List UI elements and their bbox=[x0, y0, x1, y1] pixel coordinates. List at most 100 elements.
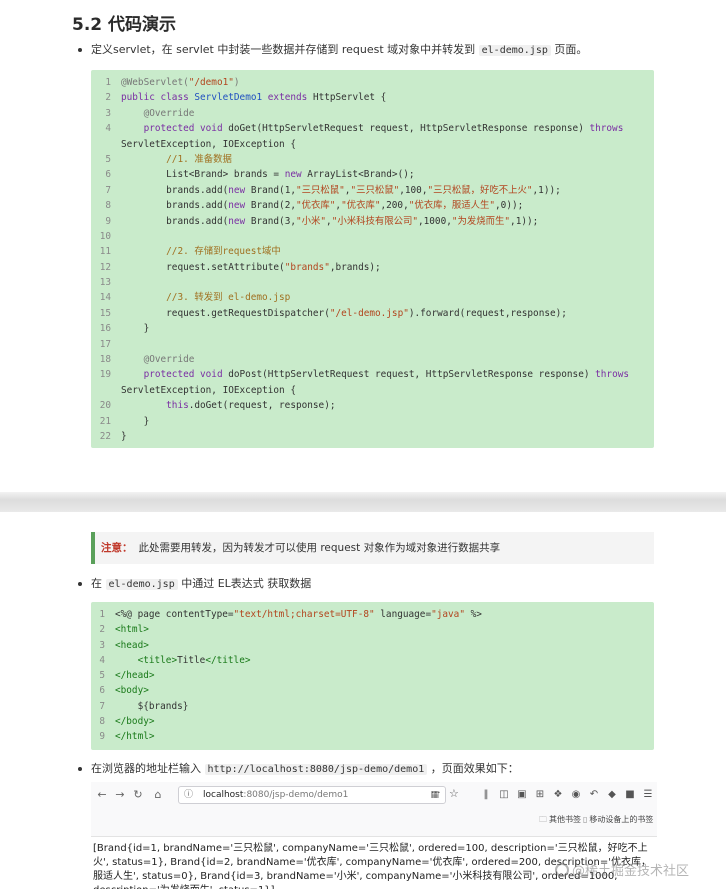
code-text: this.doGet(request, response); bbox=[166, 400, 336, 412]
mobile-folder-icon: ▯ bbox=[583, 815, 588, 824]
code-line: 8 </body> bbox=[91, 714, 654, 729]
line-number: 12 bbox=[99, 261, 111, 273]
line-number: 9 bbox=[99, 731, 105, 743]
code-line: 22} bbox=[91, 429, 654, 444]
line-number: 2 bbox=[99, 624, 105, 636]
line-number: 6 bbox=[99, 685, 105, 697]
bookmark-mobile[interactable]: ▯ 移动设备上的书签 bbox=[583, 814, 653, 825]
browser-toolbar: ← → ↻ ⌂ ⓘ localhost:8080/jsp-demo/demo1 … bbox=[91, 782, 657, 837]
line-number: 18 bbox=[99, 354, 111, 366]
code-text: protected void doPost(HttpServletRequest… bbox=[121, 369, 630, 396]
code-line: 3 <head> bbox=[91, 638, 654, 653]
code-text: public class ServletDemo1 extends HttpSe… bbox=[121, 92, 387, 104]
line-number: 4 bbox=[105, 123, 111, 135]
sidebar-icon[interactable]: ◫ bbox=[497, 788, 511, 802]
home-icon[interactable]: ⌂ bbox=[151, 788, 165, 802]
line-number: 3 bbox=[105, 107, 111, 119]
info-icon[interactable]: ⓘ bbox=[184, 787, 193, 803]
code-line: 9 </html> bbox=[91, 729, 654, 744]
chat-icon[interactable]: ◉ bbox=[569, 788, 583, 802]
code-line: 7 ${brands} bbox=[91, 699, 654, 714]
line-number: 5 bbox=[105, 153, 111, 165]
bookmark-mobile-label: 移动设备上的书签 bbox=[589, 815, 654, 824]
code-text: ${brands} bbox=[115, 700, 189, 712]
watermark-logo-icon bbox=[555, 863, 569, 877]
address-bar[interactable]: ⓘ localhost:8080/jsp-demo/demo1 ▦ bbox=[178, 786, 446, 804]
code-line: 12 request.setAttribute("brands",brands)… bbox=[91, 260, 654, 275]
line-number: 19 bbox=[99, 369, 111, 381]
bookmark-other[interactable]: 🗀 其他书签 bbox=[539, 814, 581, 828]
code-line: 19 protected void doPost(HttpServletRequ… bbox=[91, 367, 654, 398]
code-text: @WebServlet("/demo1") bbox=[121, 77, 240, 88]
forward-icon[interactable]: → bbox=[113, 788, 127, 802]
inline-code: http://localhost:8080/jsp-demo/demo1 bbox=[204, 764, 428, 775]
notice-box: 注意： 此处需要用转发，因为转发才可以使用 request 对象作为域对象进行数据… bbox=[91, 532, 654, 564]
code-text: </body> bbox=[115, 716, 155, 728]
code-line: 5 </head> bbox=[91, 668, 654, 683]
bullet-text: 页面。 bbox=[550, 43, 588, 56]
code-line: 4 <title>Title</title> bbox=[91, 653, 654, 668]
bullet-text: 定义servlet，在 servlet 中封装一些数据并存储到 request … bbox=[91, 43, 479, 56]
code-line: 14 //3. 转发到 el-demo.jsp bbox=[91, 290, 654, 305]
page-lower: 注意： 此处需要用转发，因为转发才可以使用 request 对象作为域对象进行数据… bbox=[0, 512, 726, 889]
bullet-text: 中通过 EL表达式 获取数据 bbox=[177, 577, 312, 590]
code-text: protected void doGet(HttpServletRequest … bbox=[121, 123, 624, 150]
line-number: 6 bbox=[105, 169, 111, 181]
inline-code: el-demo.jsp bbox=[105, 579, 178, 590]
code-text: List<Brand> brands = new ArrayList<Brand… bbox=[121, 169, 415, 181]
line-number: 8 bbox=[105, 200, 111, 212]
undo-icon[interactable]: ↶ bbox=[587, 788, 601, 802]
line-number: 11 bbox=[99, 246, 111, 258]
code-text: //1. 准备数据 bbox=[166, 153, 232, 165]
code-line: 18 @Override bbox=[91, 352, 654, 367]
code-text: </html> bbox=[115, 731, 155, 743]
library-icon[interactable]: ‖ bbox=[479, 788, 493, 802]
bullet-text: ，页面效果如下： bbox=[427, 762, 519, 775]
crop-icon[interactable]: ⊞ bbox=[533, 788, 547, 802]
code-line: 15 request.getRequestDispatcher("/el-dem… bbox=[91, 306, 654, 321]
code-text: <html> bbox=[115, 624, 149, 636]
line-number: 5 bbox=[99, 670, 105, 682]
page-upper: 5.2 代码演示 定义servlet，在 servlet 中封装一些数据并存储到… bbox=[0, 0, 726, 492]
bookmark-star-icon[interactable]: ☆ bbox=[449, 787, 459, 800]
reload-icon[interactable]: ↻ bbox=[131, 788, 145, 802]
page-actions-button[interactable]: ··· bbox=[431, 788, 441, 799]
bullet-browser-url: 在浏览器的地址栏输入 http://localhost:8080/jsp-dem… bbox=[78, 761, 519, 778]
code-line: 5 //1. 准备数据 bbox=[91, 152, 654, 167]
back-icon[interactable]: ← bbox=[95, 788, 109, 802]
addon-icon[interactable]: ◆ bbox=[605, 788, 619, 802]
code-text: brands.add(new Brand(1,"三只松鼠","三只松鼠",100… bbox=[121, 184, 561, 196]
line-number: 2 bbox=[105, 92, 111, 104]
line-number: 17 bbox=[99, 338, 111, 350]
url-path: :8080/jsp-demo/demo1 bbox=[243, 790, 349, 800]
code-text: } bbox=[121, 431, 127, 443]
screenshot-icon[interactable]: ▣ bbox=[515, 788, 529, 802]
line-number: 20 bbox=[99, 400, 111, 412]
code-line: 6 List<Brand> brands = new ArrayList<Bra… bbox=[91, 167, 654, 182]
line-number: 1 bbox=[99, 609, 105, 620]
menu-icon[interactable]: ☰ bbox=[641, 788, 655, 802]
account-icon[interactable]: ■ bbox=[623, 788, 637, 802]
code-text: brands.add(new Brand(2,"优衣库","优衣库",200,"… bbox=[121, 200, 524, 212]
code-text: @Override bbox=[143, 354, 195, 366]
line-number: 8 bbox=[99, 716, 105, 728]
code-line: 2 <html> bbox=[91, 622, 654, 637]
extension-icon[interactable]: ❖ bbox=[551, 788, 565, 802]
line-number: 1 bbox=[105, 77, 111, 88]
code-text: //3. 转发到 el-demo.jsp bbox=[166, 292, 291, 304]
code-line: 1 <%@ page contentType="text/html;charset… bbox=[91, 607, 654, 622]
code-text: //2. 存储到request域中 bbox=[166, 246, 281, 258]
jsp-code-block: 1 <%@ page contentType="text/html;charset… bbox=[91, 602, 654, 750]
line-number: 9 bbox=[105, 215, 111, 227]
bullet-define-servlet: 定义servlet，在 servlet 中封装一些数据并存储到 request … bbox=[78, 42, 587, 59]
servlet-code-block: 1 @WebServlet("/demo1") 2 public class Serv… bbox=[91, 70, 654, 448]
code-text: brands.add(new Brand(3,"小米","小米科技有限公司",1… bbox=[121, 215, 539, 227]
code-line: 20 this.doGet(request, response); bbox=[91, 398, 654, 413]
watermark-text: @稀土掘金技术社区 bbox=[572, 864, 690, 879]
line-number: 7 bbox=[99, 700, 105, 712]
bullet-text: 在浏览器的地址栏输入 bbox=[91, 762, 205, 775]
url-host: localhost bbox=[203, 790, 244, 800]
folder-icon: 🗀 bbox=[539, 815, 547, 824]
line-number: 10 bbox=[99, 230, 111, 242]
